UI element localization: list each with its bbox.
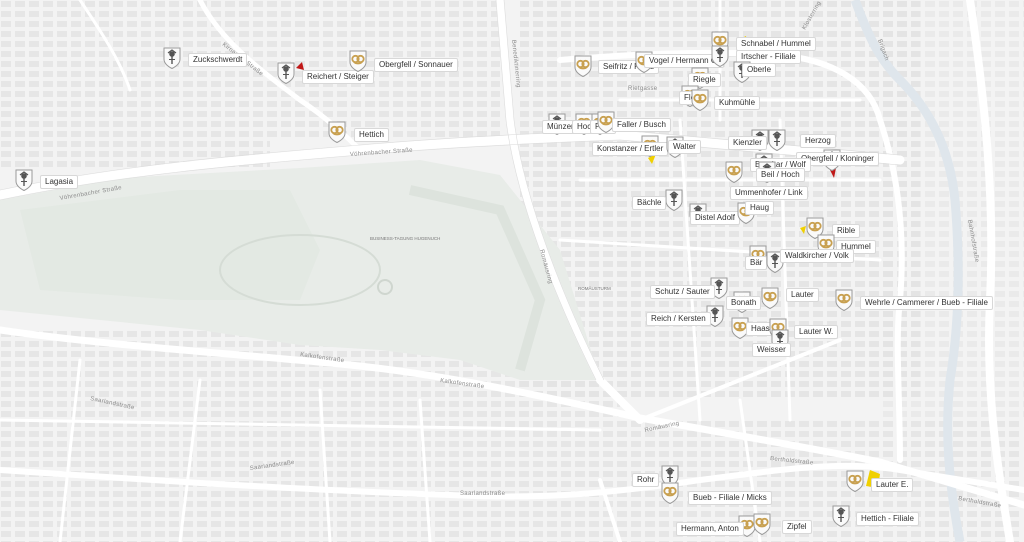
bakery-label[interactable]: Schutz / Sauter (650, 285, 715, 299)
bakery-label[interactable]: Kienzler (728, 136, 767, 150)
guild-shield-icon[interactable] (832, 505, 850, 528)
bakery-label[interactable]: Hettich (354, 128, 389, 142)
street-label-rietgasse: Rietgasse (628, 86, 658, 92)
guild-shield-icon[interactable] (665, 189, 683, 212)
bakery-label[interactable]: Schnabel / Hummel (736, 37, 816, 51)
bakery-label[interactable]: Bär (745, 256, 768, 270)
map-base: Vöhrenbacher Straße Vöhrenbacher Straße … (0, 0, 1024, 542)
pretzel-shield-icon[interactable] (328, 121, 346, 144)
street-label-saarlandstrasse-3: Saarlandstraße (460, 491, 506, 497)
bakery-label[interactable]: Waldkircher / Volk (780, 249, 854, 263)
bakery-label[interactable]: Beil / Hoch (756, 168, 805, 182)
bakery-label[interactable]: Walter (668, 140, 701, 154)
bakery-label[interactable]: Faller / Busch (612, 118, 671, 132)
bakery-label[interactable]: Bonath (726, 296, 762, 310)
guild-shield-icon[interactable] (277, 62, 295, 85)
pretzel-shield-icon[interactable] (846, 470, 864, 493)
pretzel-shield-icon[interactable] (661, 482, 679, 505)
bakery-label[interactable]: Wehrle / Cammerer / Bueb - Filiale (860, 296, 993, 310)
bakery-label[interactable]: Zuckschwerdt (188, 53, 248, 67)
bakery-label[interactable]: Bächle (632, 196, 667, 210)
pretzel-shield-icon[interactable] (349, 50, 367, 73)
pretzel-shield-icon[interactable] (691, 89, 709, 112)
poi-label-romaeusturm: ROMÄUSTURM (578, 285, 611, 291)
bakery-label[interactable]: Haug (745, 201, 775, 215)
guild-shield-icon[interactable] (15, 169, 33, 192)
bakery-label[interactable]: Herzog (800, 134, 836, 148)
bakery-label[interactable]: Weisser (752, 343, 791, 357)
bakery-label[interactable]: Lauter W. (794, 325, 839, 339)
bakery-label[interactable]: Lagasia (40, 175, 79, 189)
pretzel-shield-icon[interactable] (761, 287, 779, 310)
bakery-label[interactable]: Rohr (632, 473, 660, 487)
bakery-label[interactable]: Bueb - Filiale / Micks (688, 491, 772, 505)
bakery-label[interactable]: Reich / Kersten (646, 312, 711, 326)
bakery-label[interactable]: Hermann, Anton (676, 522, 744, 536)
pretzel-shield-icon[interactable] (574, 55, 592, 78)
bakery-label[interactable]: Lauter E. (871, 478, 914, 492)
pretzel-shield-icon[interactable] (753, 513, 771, 536)
bakery-label[interactable]: Lauter (786, 288, 819, 302)
pretzel-shield-icon[interactable] (835, 289, 853, 312)
bakery-label[interactable]: Distel Adolf (690, 211, 741, 225)
bakery-label[interactable]: Oberle (742, 63, 777, 77)
poi-label-park: BUSINESS-TAGUNG HUGENUCH (370, 236, 440, 241)
bakery-label[interactable]: Reichert / Steiger (302, 70, 374, 84)
guild-shield-icon[interactable] (768, 129, 786, 152)
pretzel-shield-icon[interactable] (725, 161, 743, 184)
guild-shield-icon[interactable] (711, 45, 729, 68)
bakery-label[interactable]: Obergfell / Sonnauer (374, 58, 458, 72)
bakery-label[interactable]: Rible (832, 224, 861, 238)
bakery-label[interactable]: Hettich - Filiale (856, 512, 919, 526)
bakery-label[interactable]: Kuhmühle (714, 96, 761, 110)
bakery-label[interactable]: Zipfel (782, 520, 812, 534)
bakery-label[interactable]: Konstanzer / Ertler (592, 142, 669, 156)
map-canvas[interactable]: Vöhrenbacher Straße Vöhrenbacher Straße … (0, 0, 1024, 542)
bakery-label[interactable]: Ummenhofer / Link (730, 186, 808, 200)
guild-shield-icon[interactable] (163, 47, 181, 70)
